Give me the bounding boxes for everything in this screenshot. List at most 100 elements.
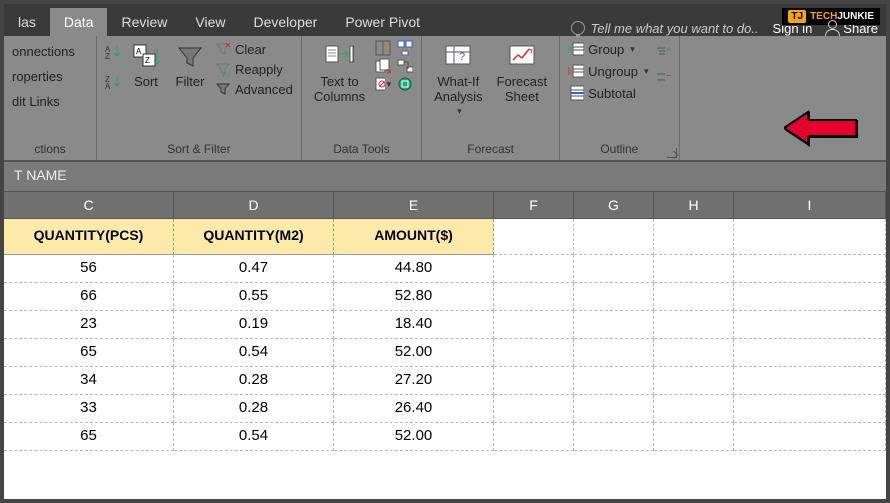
cell[interactable]: [574, 395, 654, 423]
consolidate-icon[interactable]: [397, 40, 413, 56]
tab-formulas[interactable]: las: [4, 8, 50, 36]
cell[interactable]: 66: [4, 283, 174, 311]
cell[interactable]: [494, 339, 574, 367]
cell[interactable]: [734, 219, 886, 255]
cell[interactable]: 0.19: [174, 311, 334, 339]
advanced-filter-button[interactable]: Advanced: [215, 80, 293, 98]
remove-duplicates-icon[interactable]: [375, 58, 391, 74]
cell[interactable]: [734, 395, 886, 423]
cell[interactable]: 52.00: [334, 423, 494, 451]
header-quantity-pcs[interactable]: QUANTITY(PCS): [4, 219, 174, 255]
cell[interactable]: 65: [4, 423, 174, 451]
cell[interactable]: [494, 367, 574, 395]
cell[interactable]: 0.55: [174, 283, 334, 311]
text-to-columns-button[interactable]: Text to Columns: [310, 40, 369, 106]
cell[interactable]: 0.28: [174, 367, 334, 395]
subtotal-icon: [568, 85, 584, 101]
col-header-i[interactable]: I: [734, 192, 886, 219]
cell[interactable]: [654, 283, 734, 311]
formula-bar[interactable]: T NAME: [4, 162, 886, 192]
cell[interactable]: 65: [4, 339, 174, 367]
tab-view[interactable]: View: [181, 8, 239, 36]
cell[interactable]: 26.40: [334, 395, 494, 423]
cell[interactable]: [574, 283, 654, 311]
cell[interactable]: [734, 339, 886, 367]
sort-desc-icon[interactable]: ZA: [105, 74, 121, 90]
edit-links-button[interactable]: dit Links: [12, 90, 60, 113]
col-header-d[interactable]: D: [174, 192, 334, 219]
manage-data-model-icon[interactable]: [397, 76, 413, 92]
cell[interactable]: 52.80: [334, 283, 494, 311]
hide-detail-icon[interactable]: −: [655, 70, 671, 86]
header-amount[interactable]: AMOUNT($): [334, 219, 494, 255]
col-header-c[interactable]: C: [4, 192, 174, 219]
cell[interactable]: [654, 367, 734, 395]
cell[interactable]: [654, 255, 734, 283]
relationships-icon[interactable]: [397, 58, 413, 74]
properties-button[interactable]: roperties: [12, 65, 63, 88]
cell[interactable]: [734, 423, 886, 451]
col-header-h[interactable]: H: [654, 192, 734, 219]
col-header-f[interactable]: F: [494, 192, 574, 219]
cell[interactable]: [494, 219, 574, 255]
cell[interactable]: [574, 311, 654, 339]
tab-data[interactable]: Data: [50, 8, 108, 36]
cell[interactable]: [734, 255, 886, 283]
group-sort-filter: AZ ZA AZ Sort Filter Clear Reapply Advan…: [97, 36, 302, 160]
ungroup-rows-button[interactable]: Ungroup▾: [568, 62, 648, 80]
cell[interactable]: 0.54: [174, 339, 334, 367]
sort-asc-icon[interactable]: AZ: [105, 44, 121, 60]
column-headers: C D E F G H I: [4, 192, 886, 219]
tell-me-input[interactable]: Tell me what you want to do..: [591, 21, 759, 36]
cell[interactable]: [574, 367, 654, 395]
subtotal-button[interactable]: Subtotal: [568, 84, 648, 102]
cell[interactable]: 56: [4, 255, 174, 283]
outline-dialog-launcher[interactable]: [667, 148, 677, 158]
group-rows-button[interactable]: Group▾: [568, 40, 648, 58]
cell[interactable]: 52.00: [334, 339, 494, 367]
cell[interactable]: [574, 219, 654, 255]
cell[interactable]: [654, 423, 734, 451]
cell[interactable]: [494, 255, 574, 283]
tab-review[interactable]: Review: [107, 8, 181, 36]
cell[interactable]: 18.40: [334, 311, 494, 339]
cell[interactable]: 23: [4, 311, 174, 339]
cell[interactable]: 34: [4, 367, 174, 395]
tab-power-pivot[interactable]: Power Pivot: [331, 8, 434, 36]
cell[interactable]: 44.80: [334, 255, 494, 283]
data-validation-icon[interactable]: ▾: [375, 76, 391, 92]
col-header-g[interactable]: G: [574, 192, 654, 219]
flash-fill-icon[interactable]: [375, 40, 391, 56]
cell[interactable]: 0.54: [174, 423, 334, 451]
cell[interactable]: [654, 395, 734, 423]
cell[interactable]: [574, 255, 654, 283]
clear-filter-button[interactable]: Clear: [215, 40, 293, 58]
cell[interactable]: [574, 423, 654, 451]
what-if-analysis-button[interactable]: ? What-If Analysis▾: [430, 40, 486, 119]
col-header-e[interactable]: E: [334, 192, 494, 219]
filter-button[interactable]: Filter: [171, 40, 209, 91]
cell[interactable]: [734, 367, 886, 395]
cell[interactable]: [734, 283, 886, 311]
cell[interactable]: 27.20: [334, 367, 494, 395]
forecast-sheet-button[interactable]: Forecast Sheet: [493, 40, 552, 106]
show-detail-icon[interactable]: +: [655, 44, 671, 60]
cell[interactable]: [574, 339, 654, 367]
cell[interactable]: 33: [4, 395, 174, 423]
cell[interactable]: [654, 339, 734, 367]
cell[interactable]: [734, 311, 886, 339]
header-quantity-m2[interactable]: QUANTITY(M2): [174, 219, 334, 255]
tab-developer[interactable]: Developer: [239, 8, 331, 36]
cell[interactable]: [654, 219, 734, 255]
svg-text:Z: Z: [145, 56, 150, 65]
cell[interactable]: [494, 311, 574, 339]
reapply-filter-button[interactable]: Reapply: [215, 60, 293, 78]
cell[interactable]: [494, 283, 574, 311]
sort-button[interactable]: AZ Sort: [127, 40, 165, 91]
cell[interactable]: [494, 395, 574, 423]
connections-button[interactable]: onnections: [12, 40, 75, 63]
cell[interactable]: [494, 423, 574, 451]
cell[interactable]: 0.47: [174, 255, 334, 283]
cell[interactable]: [654, 311, 734, 339]
cell[interactable]: 0.28: [174, 395, 334, 423]
